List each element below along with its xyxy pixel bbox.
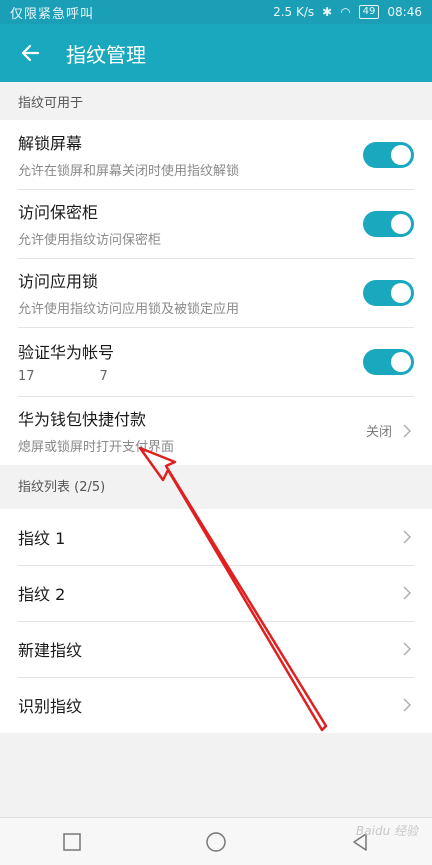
setting-title: 访问保密柜 [18, 203, 99, 222]
clock: 08:46 [387, 5, 422, 19]
watermark: Baidu 经验 [356, 824, 418, 838]
setting-safe[interactable]: 访问保密柜 允许使用指纹访问保密柜 [0, 189, 432, 258]
setting-title: 访问应用锁 [18, 272, 99, 291]
back-arrow-icon [21, 44, 40, 62]
setting-title: 验证华为帐号 [18, 343, 115, 362]
chevron-right-icon [403, 698, 412, 712]
fingerprint-label: 指纹 2 [18, 585, 66, 604]
network-speed: 2.5 K/s [273, 5, 315, 19]
chevron-right-icon [403, 642, 412, 656]
unlock-screen-toggle[interactable] [363, 141, 414, 168]
setting-app-lock[interactable]: 访问应用锁 允许使用指纹访问应用锁及被锁定应用 [0, 258, 432, 327]
page-title: 指纹管理 [66, 42, 146, 67]
setting-title: 华为钱包快捷付款 [18, 410, 147, 429]
usage-settings-list: 解锁屏幕 允许在锁屏和屏幕关闭时使用指纹解锁 访问保密柜 允许使用指纹访问保密柜… [0, 120, 432, 465]
carrier-text: 仅限紧急呼叫 [10, 6, 95, 22]
recent-apps-icon[interactable] [62, 832, 82, 852]
fingerprint-1-item[interactable]: 指纹 1 [0, 509, 432, 565]
setting-subtitle: 允许使用指纹访问应用锁及被锁定应用 [18, 302, 240, 317]
setting-title: 解锁屏幕 [18, 134, 83, 153]
wifi-icon: ◠ [340, 5, 351, 19]
home-icon[interactable] [205, 831, 227, 853]
status-bar: 仅限紧急呼叫 2.5 K/s ✱ ◠ 49 08:46 [0, 0, 432, 24]
account-number: 17 7 [18, 369, 108, 384]
setting-unlock-screen[interactable]: 解锁屏幕 允许在锁屏和屏幕关闭时使用指纹解锁 [0, 120, 432, 189]
fingerprint-list: 指纹 1 指纹 2 新建指纹 识别指纹 [0, 509, 432, 733]
new-fingerprint-item[interactable]: 新建指纹 [0, 621, 432, 677]
safe-toggle[interactable] [363, 210, 414, 237]
app-lock-toggle[interactable] [363, 279, 414, 306]
chevron-right-icon [403, 423, 412, 438]
chevron-right-icon [403, 530, 412, 544]
fingerprint-label: 新建指纹 [18, 641, 83, 660]
fingerprint-label: 指纹 1 [18, 529, 66, 548]
setting-wallet-quickpay[interactable]: 华为钱包快捷付款 熄屏或锁屏时打开支付界面 关闭 [0, 396, 432, 465]
setting-subtitle: 熄屏或锁屏时打开支付界面 [18, 440, 175, 455]
back-button[interactable] [0, 24, 60, 82]
app-bar: 指纹管理 [0, 24, 432, 82]
battery-icon: 49 [358, 5, 380, 19]
fingerprint-label: 识别指纹 [18, 697, 83, 716]
huawei-account-toggle[interactable] [363, 348, 414, 375]
wallet-status: 关闭 [365, 425, 392, 440]
fingerprint-2-item[interactable]: 指纹 2 [0, 565, 432, 621]
identify-fingerprint-item[interactable]: 识别指纹 [0, 677, 432, 733]
setting-huawei-account[interactable]: 验证华为帐号 17 7 [0, 327, 432, 396]
setting-subtitle: 允许使用指纹访问保密柜 [18, 233, 162, 248]
bluetooth-icon: ✱ [322, 5, 333, 19]
chevron-right-icon [403, 586, 412, 600]
section-header-fingerprints: 指纹列表 (2/5) [0, 465, 432, 505]
section-header-usage: 指纹可用于 [0, 82, 432, 120]
setting-subtitle: 允许在锁屏和屏幕关闭时使用指纹解锁 [18, 164, 240, 179]
